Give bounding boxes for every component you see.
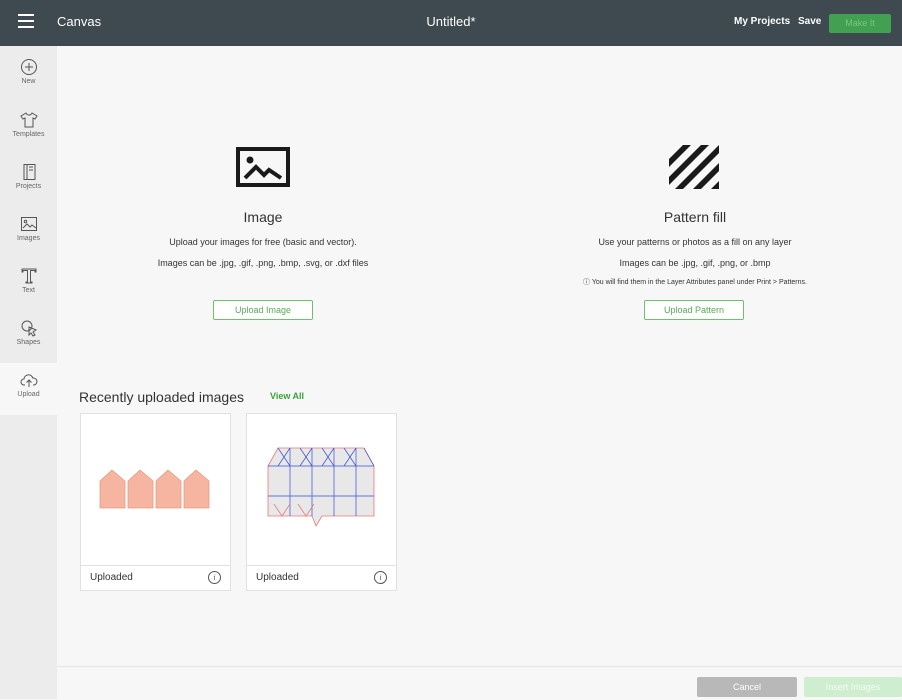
sidebar-item-projects[interactable]: Projects (0, 155, 57, 207)
info-icon[interactable]: i (374, 571, 387, 584)
upload-image-button[interactable]: Upload Image (213, 300, 313, 320)
sidebar-item-upload[interactable]: Upload (0, 363, 57, 415)
make-it-button[interactable]: Make It (829, 14, 891, 33)
hamburger-menu-icon[interactable] (18, 14, 34, 28)
card-caption: Uploaded i (247, 565, 396, 590)
sidebar-item-images[interactable]: Images (0, 207, 57, 259)
plus-circle-icon (20, 59, 37, 75)
pattern-section-formats: Images can be .jpg, .gif, .png, or .bmp (619, 258, 771, 268)
image-section-title: Image (243, 209, 283, 225)
pattern-section-note: ⓘ You will find them in the Layer Attrib… (583, 279, 807, 286)
image-icon (20, 217, 37, 231)
card-caption: Uploaded i (81, 565, 230, 590)
project-book-icon (23, 164, 35, 180)
house-shapes-thumbnail (99, 469, 210, 509)
document-title[interactable]: Untitled* (426, 14, 475, 29)
sidebar-item-label: Projects (15, 183, 42, 190)
save-button[interactable]: Save (798, 16, 821, 27)
insert-images-button[interactable]: Insert Images (804, 677, 902, 697)
pattern-section-title: Pattern fill (663, 209, 727, 225)
uploaded-image-card[interactable]: Uploaded i (246, 413, 397, 591)
box-template-thumbnail (267, 447, 375, 527)
image-section-formats: Images can be .jpg, .gif, .png, .bmp, .s… (157, 258, 369, 268)
sidebar-item-new[interactable]: New (0, 50, 57, 102)
recent-uploads-title: Recently uploaded images (79, 389, 244, 405)
view-all-link[interactable]: View All (270, 391, 304, 401)
sidebar-item-label: Shapes (16, 339, 41, 346)
image-section-description: Upload your images for free (basic and v… (169, 237, 357, 247)
card-caption-text: Uploaded (90, 572, 133, 583)
cancel-button[interactable]: Cancel (697, 677, 797, 697)
sidebar-item-label: Images (17, 235, 40, 242)
sidebar-item-templates[interactable]: Templates (0, 103, 57, 155)
shirt-icon (19, 112, 38, 128)
info-icon[interactable]: i (208, 571, 221, 584)
sidebar-item-shapes[interactable]: Shapes (0, 311, 57, 363)
sidebar-item-text[interactable]: Text (0, 259, 57, 311)
upload-pattern-button[interactable]: Upload Pattern (644, 300, 744, 320)
left-sidebar: New Templates Projects Images Text Shape… (0, 46, 58, 699)
app-title: Canvas (57, 14, 102, 29)
top-bar: Canvas Untitled* My Projects Save Make I… (0, 0, 902, 46)
card-caption-text: Uploaded (256, 572, 299, 583)
sidebar-item-label: Templates (12, 131, 45, 138)
text-icon (21, 268, 36, 284)
shapes-icon (21, 320, 37, 337)
sidebar-item-label: Text (22, 287, 35, 294)
pattern-fill-icon (669, 145, 719, 189)
cloud-upload-icon (20, 374, 37, 387)
sidebar-item-label: Upload (17, 391, 40, 398)
pattern-fill-section: Pattern fill Use your patterns or photos… (525, 209, 865, 287)
uploaded-image-card[interactable]: Uploaded i (80, 413, 231, 591)
image-upload-section: Image Upload your images for free (basic… (113, 209, 413, 268)
upload-image-icon (236, 147, 290, 187)
footer-bar: Cancel Insert Images (57, 666, 902, 700)
pattern-section-description: Use your patterns or photos as a fill on… (598, 237, 792, 247)
sidebar-item-label: New (21, 78, 36, 85)
my-projects-link[interactable]: My Projects (734, 16, 790, 27)
